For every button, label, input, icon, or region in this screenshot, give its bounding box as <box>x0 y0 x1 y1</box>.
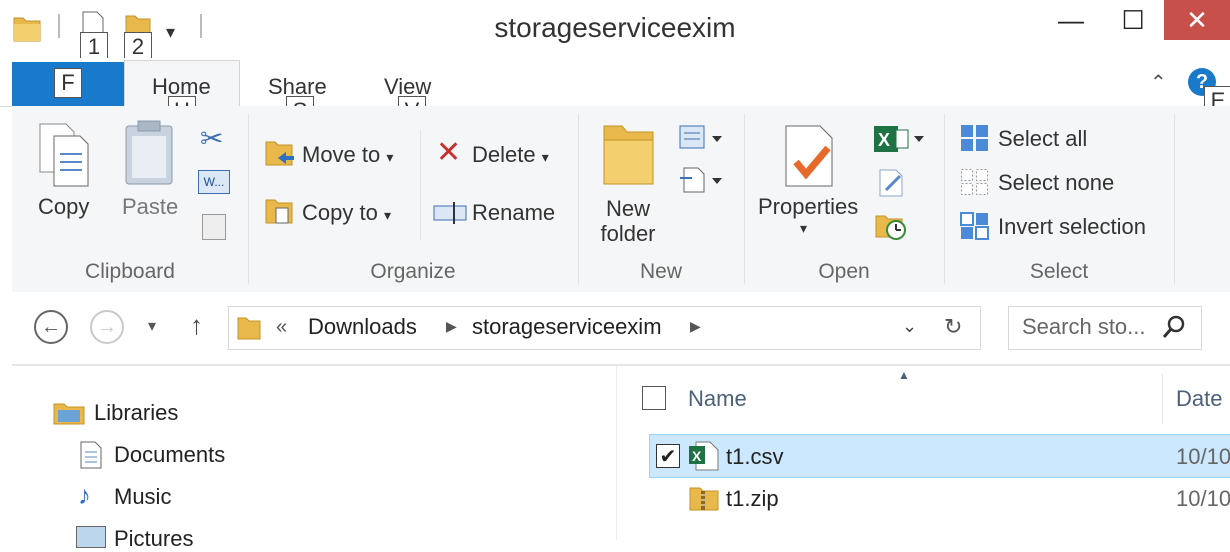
file-name[interactable]: t1.zip <box>726 486 779 512</box>
select-none-button[interactable]: Select none <box>998 170 1114 196</box>
group-label-clipboard: Clipboard <box>85 260 175 283</box>
new-folder-label-1: New <box>605 196 650 221</box>
breadcrumb-arrow[interactable]: ▶ <box>446 318 457 335</box>
recent-locations-icon[interactable]: ▾ <box>148 316 156 336</box>
organize-separator <box>420 130 421 240</box>
history-icon[interactable] <box>874 210 908 247</box>
overflow-chevron[interactable]: « <box>276 316 287 339</box>
new-folder-label-2: folder <box>600 221 656 246</box>
breadcrumb-arrow[interactable]: ▶ <box>690 318 701 335</box>
csv-file-icon: X <box>688 440 720 477</box>
paste-icon <box>125 120 173 185</box>
close-icon: ✕ <box>1186 4 1208 35</box>
copy-path-icon[interactable]: W... <box>198 170 230 194</box>
music-icon: ♪ <box>78 480 91 510</box>
paste-button[interactable] <box>120 118 180 195</box>
select-none-icon <box>960 168 990 201</box>
minimize-icon: — <box>1058 4 1084 35</box>
zip-folder-icon <box>688 482 720 519</box>
breadcrumb-current[interactable]: storageserviceexim <box>472 314 662 340</box>
group-separator <box>944 114 945 284</box>
maximize-icon: ☐ <box>1121 4 1145 35</box>
paste-label: Paste <box>122 194 179 219</box>
copy-button[interactable] <box>34 120 98 195</box>
new-folder-icon[interactable] <box>600 118 658 195</box>
group-separator <box>578 114 579 284</box>
sort-ascending-icon: ▲ <box>898 368 910 382</box>
minimize-button[interactable]: — <box>1040 0 1102 40</box>
group-separator <box>1174 114 1175 284</box>
group-label-organize: Organize <box>370 260 456 283</box>
group-label-select: Select <box>1029 260 1089 283</box>
nav-item-pictures[interactable]: Pictures <box>114 526 193 552</box>
group-label-open: Open <box>818 260 870 283</box>
rename-button[interactable]: Rename <box>472 200 555 226</box>
nav-item-libraries[interactable]: Libraries <box>94 400 178 426</box>
copy-to-label: Copy to <box>302 200 378 225</box>
select-all-button[interactable]: Select all <box>998 126 1087 152</box>
move-to-icon <box>264 136 296 175</box>
row-checkbox[interactable]: ✔ <box>656 444 680 468</box>
collapse-ribbon-icon[interactable]: ⌃ <box>1150 70 1167 95</box>
select-all-icon <box>960 124 990 157</box>
copy-to-icon <box>264 194 296 233</box>
new-item-button[interactable] <box>678 124 726 157</box>
nav-item-music[interactable]: Music <box>114 484 171 510</box>
select-all-checkbox[interactable] <box>642 386 666 410</box>
open-excel-button[interactable]: X <box>872 124 928 159</box>
documents-icon <box>78 440 104 475</box>
file-date: 10/10 <box>1176 444 1230 469</box>
excel-icon: X <box>874 126 924 152</box>
maximize-button[interactable]: ☐ <box>1102 0 1164 40</box>
cut-icon[interactable]: ✂ <box>200 122 223 155</box>
close-button[interactable]: ✕ <box>1164 0 1230 40</box>
svg-text:X: X <box>878 130 890 150</box>
easy-access-icon <box>680 167 722 193</box>
address-folder-icon <box>236 312 262 347</box>
easy-access-button[interactable] <box>678 166 726 199</box>
column-header-name[interactable]: Name <box>688 386 747 412</box>
delete-button[interactable]: Delete ▾ <box>472 142 549 168</box>
move-to-button[interactable]: Move to ▾ <box>302 142 393 168</box>
group-separator <box>744 114 745 284</box>
move-to-label: Move to <box>302 142 381 167</box>
properties-label: Properties <box>758 194 859 219</box>
svg-text:X: X <box>692 448 702 464</box>
new-folder-button[interactable]: New folder <box>600 196 656 246</box>
forward-arrow-icon: → <box>97 315 117 338</box>
search-input[interactable]: Search sto... <box>1022 314 1146 340</box>
up-arrow-icon[interactable]: ↑ <box>190 310 203 341</box>
nav-item-documents[interactable]: Documents <box>114 442 225 468</box>
new-item-icon <box>679 125 722 149</box>
libraries-icon <box>52 398 86 431</box>
delete-label: Delete <box>472 142 536 167</box>
refresh-icon: ↻ <box>944 314 963 339</box>
group-separator <box>248 114 249 284</box>
copy-to-button[interactable]: Copy to ▾ <box>302 200 391 226</box>
column-divider[interactable] <box>1162 374 1163 424</box>
edit-icon[interactable] <box>876 168 908 203</box>
invert-selection-icon <box>960 212 990 245</box>
invert-selection-button[interactable]: Invert selection <box>998 214 1146 240</box>
rename-icon <box>432 200 468 231</box>
group-label-new: New <box>639 260 682 283</box>
keytip-file: F <box>54 68 82 98</box>
paste-shortcut-icon[interactable] <box>202 214 226 240</box>
column-header-date[interactable]: Date <box>1176 386 1222 412</box>
file-date: 10/10 <box>1176 486 1230 511</box>
search-icon <box>1162 314 1186 345</box>
properties-dropdown-icon[interactable]: ▾ <box>800 220 807 237</box>
delete-icon: ✕ <box>436 136 462 169</box>
address-history-chevron-icon[interactable]: ⌄ <box>902 316 917 337</box>
copy-label: Copy <box>38 194 90 219</box>
back-arrow-icon: ← <box>41 315 61 338</box>
copy-icon <box>39 123 89 187</box>
breadcrumb-downloads[interactable]: Downloads <box>308 314 417 340</box>
properties-icon[interactable] <box>780 124 840 195</box>
file-name[interactable]: t1.csv <box>726 444 783 470</box>
back-button[interactable]: ← <box>34 310 68 344</box>
pictures-icon <box>76 526 106 548</box>
forward-button[interactable]: → <box>90 310 124 344</box>
